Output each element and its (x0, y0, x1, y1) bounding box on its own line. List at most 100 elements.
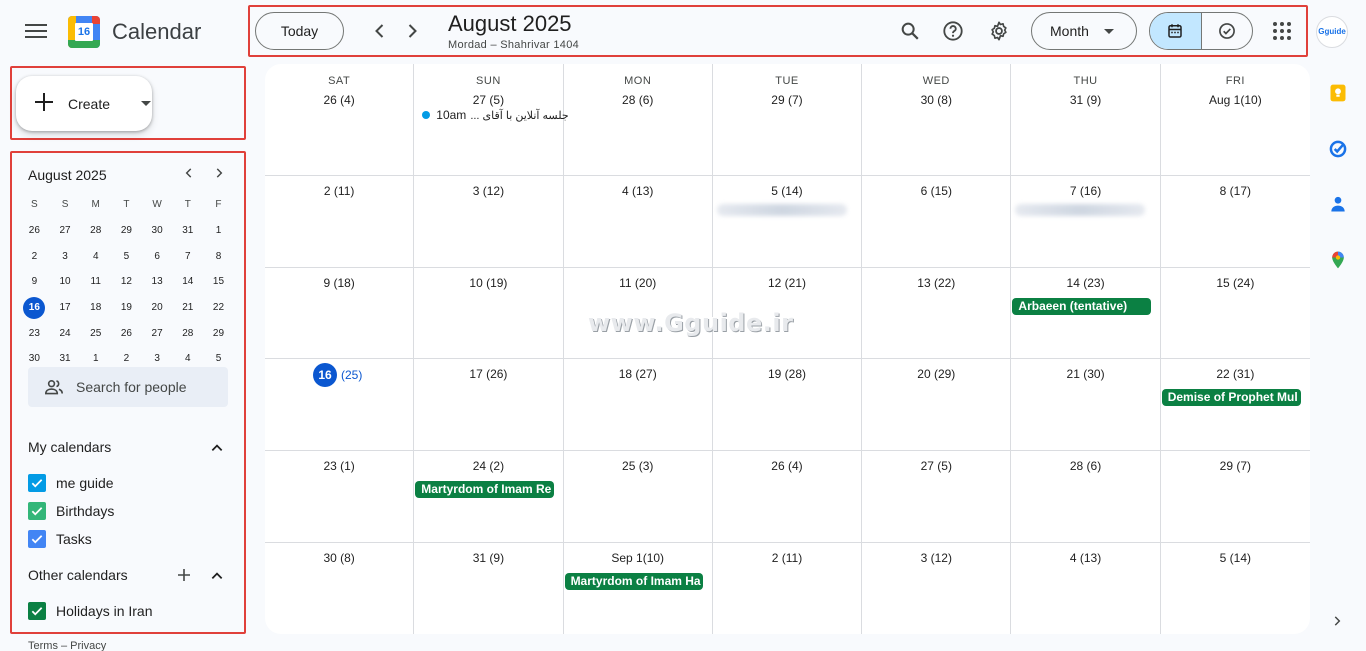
mini-day[interactable]: 17 (50, 302, 81, 313)
prev-month-icon[interactable] (368, 19, 392, 43)
day-cell[interactable]: 20 (29) (862, 359, 1012, 450)
mini-day[interactable]: 27 (50, 225, 81, 236)
day-number[interactable]: Sep 1(10) (564, 551, 712, 565)
holiday-event-chip[interactable]: Martyrdom of Imam Ha (564, 573, 703, 590)
day-cell[interactable]: 19 (28) (713, 359, 863, 450)
mini-day[interactable]: 26 (19, 225, 50, 236)
holiday-event-chip[interactable]: Arbaeen (tentative) (1012, 298, 1151, 315)
mini-day[interactable]: 3 (142, 353, 173, 364)
today-indicator[interactable]: 16 (313, 363, 337, 387)
day-cell[interactable]: 2 (11) (265, 176, 415, 267)
checkbox-checked-icon[interactable] (28, 530, 46, 548)
main-menu-icon[interactable] (24, 20, 48, 44)
day-number[interactable]: 25 (3) (564, 459, 712, 473)
day-cell[interactable]: 13 (22) (862, 268, 1012, 358)
day-number[interactable]: 14 (23) (1011, 276, 1159, 290)
calendar-view-toggle[interactable] (1150, 13, 1201, 49)
mini-day[interactable]: 24 (50, 328, 81, 339)
mini-day[interactable]: 20 (142, 302, 173, 313)
mini-day[interactable]: 23 (19, 328, 50, 339)
day-cell[interactable]: 26 (4) (713, 451, 863, 542)
day-cell[interactable]: 14 (23) Arbaeen (tentative) (1011, 268, 1161, 358)
tasks-view-toggle[interactable] (1200, 13, 1253, 49)
mini-day[interactable]: 15 (203, 276, 234, 287)
chevron-down-icon[interactable] (141, 101, 151, 106)
day-cell[interactable]: FRI Aug 1(10) (1161, 64, 1310, 175)
view-selector-dropdown[interactable]: Month (1031, 12, 1137, 50)
day-number[interactable]: 2 (11) (265, 184, 413, 198)
day-number[interactable]: 26 (4) (713, 459, 861, 473)
mini-day[interactable]: 7 (172, 251, 203, 262)
day-number[interactable]: 3 (12) (414, 184, 562, 198)
day-cell[interactable]: 2 (11) (713, 543, 863, 634)
day-number[interactable]: 11 (20) (564, 276, 712, 290)
mini-day[interactable]: 2 (111, 353, 142, 364)
calendar-item-tasks[interactable]: Tasks (28, 529, 92, 549)
day-number[interactable]: 2 (11) (713, 551, 861, 565)
day-cell[interactable]: 4 (13) (1011, 543, 1161, 634)
mini-day[interactable]: 2 (19, 251, 50, 262)
mini-day[interactable]: 13 (142, 276, 173, 287)
timed-event[interactable]: 10am جلسه آنلاین با آقای ... (422, 108, 569, 122)
day-number[interactable]: 8 (17) (1161, 184, 1310, 198)
mini-day[interactable]: 6 (142, 251, 173, 262)
day-number[interactable]: 18 (27) (564, 367, 712, 381)
day-cell[interactable]: 30 (8) (265, 543, 415, 634)
mini-day[interactable]: 28 (80, 225, 111, 236)
day-number[interactable]: 7 (16) (1011, 184, 1159, 198)
chevron-up-icon[interactable] (210, 569, 224, 583)
day-cell[interactable]: 31 (9) (414, 543, 564, 634)
day-cell[interactable]: 24 (2) Martyrdom of Imam Re (414, 451, 564, 542)
mini-day[interactable]: 27 (142, 328, 173, 339)
mini-day[interactable]: 4 (80, 251, 111, 262)
day-number[interactable]: 28 (6) (564, 93, 712, 107)
day-number[interactable]: 27 (5) (862, 459, 1010, 473)
day-number[interactable]: 22 (31) (1161, 367, 1310, 381)
day-number[interactable]: 31 (9) (1011, 93, 1159, 107)
mini-day[interactable]: 5 (203, 353, 234, 364)
mini-day[interactable]: 4 (172, 353, 203, 364)
day-number[interactable]: 31 (9) (414, 551, 562, 565)
day-number[interactable]: 30 (8) (862, 93, 1010, 107)
day-cell[interactable]: 21 (30) (1011, 359, 1161, 450)
day-number[interactable]: 5 (14) (713, 184, 861, 198)
add-calendar-plus-icon[interactable] (176, 567, 190, 581)
mini-day[interactable]: 1 (80, 353, 111, 364)
tasks-icon[interactable] (1327, 138, 1349, 160)
day-cell[interactable]: WED 30 (8) (862, 64, 1012, 175)
day-cell[interactable]: 4 (13) (564, 176, 713, 267)
mini-day[interactable]: 28 (172, 328, 203, 339)
day-cell[interactable]: 27 (5) (862, 451, 1012, 542)
holiday-event-chip[interactable]: Martyrdom of Imam Re (415, 481, 554, 498)
day-number[interactable]: 24 (2) (414, 459, 562, 473)
keep-icon[interactable] (1327, 82, 1349, 104)
mini-day[interactable]: 10 (50, 276, 81, 287)
day-cell[interactable]: SAT 26 (4) (265, 64, 415, 175)
mini-day[interactable]: 9 (19, 276, 50, 287)
mini-day[interactable]: 8 (203, 251, 234, 262)
day-number[interactable]: 16 (25) (265, 363, 413, 387)
day-cell[interactable]: 29 (7) (1161, 451, 1310, 542)
mini-day[interactable]: 16 (19, 296, 50, 319)
day-number[interactable]: 27 (5) (414, 93, 562, 107)
mini-day[interactable]: 29 (111, 225, 142, 236)
day-cell[interactable]: 17 (26) (414, 359, 564, 450)
mini-day[interactable]: 14 (172, 276, 203, 287)
day-cell[interactable]: 8 (17) (1161, 176, 1310, 267)
contacts-icon[interactable] (1327, 193, 1349, 215)
day-cell[interactable]: 28 (6) (1011, 451, 1161, 542)
search-icon[interactable] (897, 18, 923, 44)
chevron-up-icon[interactable] (210, 441, 224, 455)
search-people-input[interactable]: Search for people (28, 367, 228, 407)
mini-day[interactable]: 30 (19, 353, 50, 364)
day-number[interactable]: 13 (22) (862, 276, 1010, 290)
day-number[interactable]: 4 (13) (564, 184, 712, 198)
day-number[interactable]: 21 (30) (1011, 367, 1159, 381)
blurred-event[interactable] (716, 204, 847, 216)
mini-day[interactable]: 26 (111, 328, 142, 339)
calendar-item-birthdays[interactable]: Birthdays (28, 501, 114, 521)
day-cell[interactable]: 7 (16) (1011, 176, 1161, 267)
settings-gear-icon[interactable] (986, 18, 1012, 44)
day-number[interactable]: 10 (19) (414, 276, 562, 290)
mini-day[interactable]: 21 (172, 302, 203, 313)
